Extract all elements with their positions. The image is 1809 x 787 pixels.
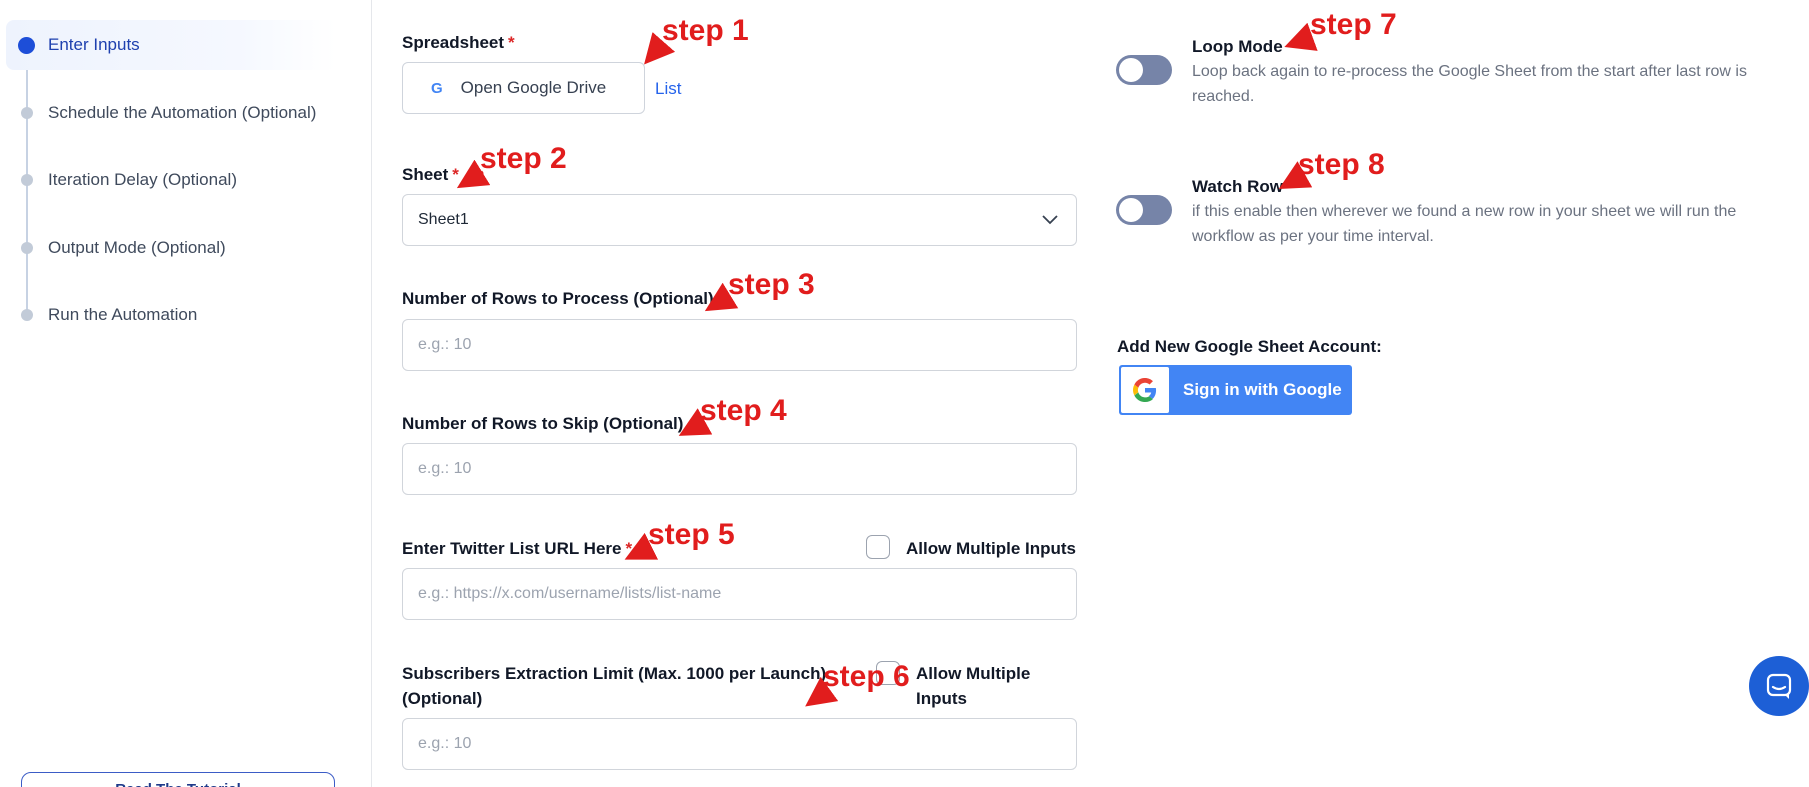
step-label: Enter Inputs [48, 35, 140, 54]
allow-multiple-inputs-label-2: Allow Multiple [916, 664, 1031, 683]
sign-in-with-google-button[interactable]: Sign in with Google [1119, 365, 1352, 415]
toggle-knob [1119, 58, 1143, 82]
google-icon: G [431, 79, 443, 97]
step-enter-inputs[interactable]: Enter Inputs [6, 20, 336, 70]
loop-mode-toggle[interactable] [1116, 55, 1172, 85]
loop-mode-description: Loop back again to re-process the Google… [1192, 63, 1747, 105]
step-output-mode[interactable]: Output Mode (Optional) [6, 223, 336, 273]
subscribers-limit-label-optional: (Optional) [402, 689, 483, 708]
rows-to-process-label: Number of Rows to Process (Optional) [402, 289, 714, 308]
sheet-selected-value: Sheet1 [418, 211, 469, 228]
steps-sidebar: Enter Inputs Schedule the Automation (Op… [0, 0, 372, 787]
watch-row-title: Watch Row [1192, 177, 1283, 196]
annotation-step-1: step 1 [662, 14, 749, 47]
step-iteration-delay[interactable]: Iteration Delay (Optional) [6, 155, 336, 205]
twitter-list-url-label-text: Enter Twitter List URL Here [402, 539, 622, 558]
subscribers-limit-label: Subscribers Extraction Limit (Max. 1000 … [402, 664, 827, 683]
spreadsheet-label-text: Spreadsheet [402, 33, 505, 52]
required-mark: * [625, 539, 633, 558]
watch-row-description: if this enable then wherever we found a … [1192, 203, 1737, 245]
loop-mode-title: Loop Mode [1192, 37, 1283, 56]
rows-to-skip-label: Number of Rows to Skip (Optional) [402, 414, 684, 433]
annotation-step-6: step 6 [823, 660, 910, 693]
step-dot-icon [21, 107, 33, 119]
required-mark: * [452, 165, 459, 184]
sheet-label: Sheet * [402, 165, 459, 185]
annotation-step-7: step 7 [1310, 8, 1397, 41]
sheet-select[interactable]: Sheet1 [402, 194, 1077, 246]
required-mark: * [508, 33, 515, 52]
annotation-step-2: step 2 [480, 142, 567, 175]
allow-multiple-inputs-label-2b: Inputs [916, 689, 967, 708]
step-label: Schedule the Automation (Optional) [48, 103, 317, 122]
open-google-drive-label: Open Google Drive [460, 78, 607, 97]
rows-to-process-input[interactable]: e.g.: 10 [402, 319, 1077, 371]
annotation-step-5: step 5 [648, 518, 735, 551]
sheet-label-text: Sheet [402, 165, 449, 184]
annotation-step-8: step 8 [1298, 148, 1385, 181]
step-dot-icon [21, 309, 33, 321]
step-dot-icon [21, 242, 33, 254]
step-schedule[interactable]: Schedule the Automation (Optional) [6, 88, 336, 138]
twitter-list-url-input[interactable]: e.g.: https://x.com/username/lists/list-… [402, 568, 1077, 620]
chat-icon [1766, 673, 1792, 699]
step-label: Iteration Delay (Optional) [48, 170, 237, 189]
step-label: Run the Automation [48, 305, 198, 324]
open-google-drive-button[interactable]: G Open Google Drive [402, 62, 645, 114]
toggle-knob [1119, 198, 1143, 222]
chat-support-button[interactable] [1749, 656, 1809, 716]
allow-multiple-inputs-label: Allow Multiple Inputs [906, 539, 1076, 558]
twitter-list-url-label: Enter Twitter List URL Here * [402, 539, 632, 559]
active-step-dot-icon [18, 36, 35, 54]
list-link[interactable]: List [655, 79, 681, 99]
subscribers-limit-input[interactable]: e.g.: 10 [402, 718, 1077, 770]
allow-multiple-inputs-checkbox[interactable] [866, 535, 890, 559]
add-google-account-label: Add New Google Sheet Account: [1117, 337, 1382, 356]
sign-in-with-google-label: Sign in with Google [1183, 380, 1342, 399]
step-run-automation[interactable]: Run the Automation [6, 290, 336, 340]
annotation-step-4: step 4 [700, 394, 787, 427]
spreadsheet-label: Spreadsheet * [402, 33, 515, 53]
watch-row-toggle[interactable] [1116, 195, 1172, 225]
google-logo-icon [1121, 367, 1169, 413]
step-dot-icon [21, 174, 33, 186]
rows-to-skip-input[interactable]: e.g.: 10 [402, 443, 1077, 495]
step-label: Output Mode (Optional) [48, 238, 226, 257]
chevron-down-icon [1042, 215, 1058, 225]
read-tutorial-button[interactable]: Read The Tutorial [21, 772, 335, 787]
annotation-step-3: step 3 [728, 268, 815, 301]
